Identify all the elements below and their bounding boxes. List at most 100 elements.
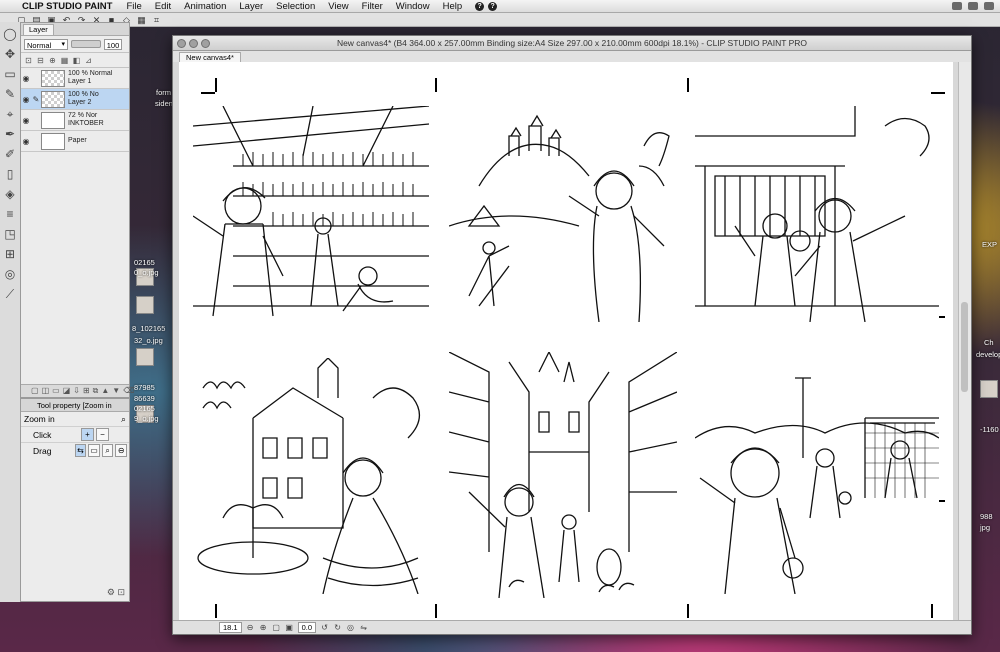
fit-all-icon[interactable]: ▣: [285, 623, 294, 632]
blend-mode-select[interactable]: Normal: [24, 38, 68, 50]
fill-tool-icon[interactable]: ◈: [2, 186, 18, 202]
desktop-file-icon[interactable]: [136, 296, 154, 314]
clip-icon[interactable]: ⊟: [36, 56, 45, 65]
drag-zoom-icon[interactable]: ⌕: [101, 444, 114, 457]
layer-down-icon[interactable]: ▼: [112, 387, 120, 395]
cloud-icon[interactable]: [968, 2, 978, 10]
ruler-icon[interactable]: ⊿: [84, 56, 93, 65]
layer-row-layer2[interactable]: ◉ ✎ 100 % No Layer 2: [21, 89, 129, 110]
new-raster-layer-icon[interactable]: ▢: [31, 387, 39, 395]
eye-icon[interactable]: ◉: [21, 74, 31, 83]
zoom-value[interactable]: 18.1: [219, 622, 242, 633]
zoom-out-icon[interactable]: ⊖: [246, 623, 255, 632]
lasso-tool-icon[interactable]: ✎: [2, 86, 18, 102]
copy-layer-icon[interactable]: ⧉: [93, 387, 99, 395]
new-folder-icon[interactable]: ▭: [52, 387, 60, 395]
line-tool-icon[interactable]: ⟋: [2, 286, 18, 302]
menu-window[interactable]: Window: [396, 1, 430, 12]
menu-edit[interactable]: Edit: [155, 1, 171, 12]
menu-view[interactable]: View: [328, 1, 348, 12]
figure-tool-icon[interactable]: ◳: [2, 226, 18, 242]
app-name[interactable]: CLIP STUDIO PAINT: [22, 1, 112, 12]
flip-icon[interactable]: ⇋: [359, 623, 368, 632]
zoom-tool-icon[interactable]: ◯: [2, 26, 18, 42]
opacity-slider[interactable]: [71, 40, 101, 48]
menu-layer[interactable]: Layer: [239, 1, 263, 12]
mask-layer-icon[interactable]: ◪: [63, 387, 71, 395]
eyedropper-tool-icon[interactable]: ⌖: [2, 106, 18, 122]
panel-school-kids-scene[interactable]: [695, 106, 939, 322]
eye-icon[interactable]: ◉: [21, 137, 31, 146]
wifi-icon[interactable]: [984, 2, 994, 10]
brush-tool-icon[interactable]: ✐: [2, 146, 18, 162]
panel-soccer-scene[interactable]: [695, 358, 939, 594]
merge-down-icon[interactable]: ⇩: [73, 387, 80, 395]
desktop-label: 0_o.jpg: [134, 268, 159, 277]
text-tool-icon[interactable]: ⊞: [2, 246, 18, 262]
tab-layer[interactable]: Layer: [23, 23, 54, 35]
eraser-tool-icon[interactable]: ▯: [2, 166, 18, 182]
help-button-2[interactable]: ?: [488, 1, 498, 11]
layer-row-inktober[interactable]: ◉ 72 % Nor INKTOBER: [21, 110, 129, 131]
balloon-tool-icon[interactable]: ◎: [2, 266, 18, 282]
mask-icon[interactable]: ◧: [72, 56, 81, 65]
panel-mansion-garden-scene[interactable]: [193, 358, 429, 594]
drag-scroll-icon[interactable]: ⇆: [74, 444, 87, 457]
menu-help[interactable]: Help: [443, 1, 463, 12]
desktop-file-icon[interactable]: [136, 348, 154, 366]
rotate-right-icon[interactable]: ↻: [333, 623, 342, 632]
menu-animation[interactable]: Animation: [184, 1, 226, 12]
angle-value[interactable]: 0.0: [297, 622, 317, 633]
help-button-1[interactable]: ?: [475, 1, 485, 11]
canvas-title-bar[interactable]: New canvas4* (B4 364.00 x 257.00mm Bindi…: [173, 36, 971, 51]
reset-rotation-icon[interactable]: ◎: [346, 623, 355, 632]
fit-icon[interactable]: ▢: [272, 623, 281, 632]
desktop-file-icon[interactable]: [980, 380, 998, 398]
canvas-window: New canvas4* (B4 364.00 x 257.00mm Bindi…: [172, 35, 972, 635]
eye-icon[interactable]: ◉: [21, 116, 31, 125]
tool-property-header[interactable]: Tool property [Zoom in: [21, 399, 129, 412]
move-tool-icon[interactable]: ✥: [2, 46, 18, 62]
layer-options-row: ⊡ ⊟ ⊕ ▦ ◧ ⊿: [21, 53, 129, 68]
menu-selection[interactable]: Selection: [276, 1, 315, 12]
zoom-out-icon[interactable]: −: [96, 428, 109, 441]
draft-icon[interactable]: ▦: [60, 56, 69, 65]
drag-zoom-out-icon[interactable]: ⊖: [115, 444, 127, 457]
scrollbar-thumb[interactable]: [961, 302, 968, 392]
select-tool-icon[interactable]: ▭: [2, 66, 18, 82]
reset-icon[interactable]: ⊡: [117, 587, 125, 597]
canvas-paper[interactable]: [179, 62, 953, 622]
layer-up-icon[interactable]: ▲: [101, 387, 109, 395]
deselect-icon[interactable]: ▦: [136, 15, 147, 25]
lock-icon[interactable]: ⊡: [24, 56, 33, 65]
menu-file[interactable]: File: [126, 1, 141, 12]
snap-icon[interactable]: ⌗: [151, 15, 162, 25]
panel-medieval-street-scene[interactable]: [449, 352, 677, 598]
new-vector-layer-icon[interactable]: ◫: [42, 387, 50, 395]
combine-icon[interactable]: ⊞: [83, 387, 90, 395]
canvas-viewport[interactable]: [173, 62, 959, 622]
panel-apothecary-scene[interactable]: [193, 106, 429, 322]
click-label: Click: [33, 429, 52, 440]
layer-row-paper[interactable]: ◉ Paper: [21, 131, 129, 152]
layer-panel-footer: ▢ ◫ ▭ ◪ ⇩ ⊞ ⧉ ▲ ▼ ⌫: [21, 384, 135, 397]
wrench-icon[interactable]: ⚙: [107, 587, 115, 597]
trash-icon[interactable]: ⌫: [123, 387, 134, 395]
vertical-scrollbar[interactable]: [958, 62, 971, 622]
layer-row-layer1[interactable]: ◉ 100 % Normal Layer 1: [21, 68, 129, 89]
tab-new-canvas4[interactable]: New canvas4*: [179, 52, 241, 62]
opacity-value[interactable]: 100: [104, 38, 122, 50]
panel-castle-farm-scene[interactable]: [449, 106, 677, 322]
pen-tool-icon[interactable]: ✒: [2, 126, 18, 142]
dropbox-icon[interactable]: [952, 2, 962, 10]
reference-icon[interactable]: ⊕: [48, 56, 57, 65]
zoom-in-icon[interactable]: +: [81, 428, 94, 441]
menu-filter[interactable]: Filter: [362, 1, 383, 12]
layer-panel-tabs: Layer: [21, 23, 129, 36]
eye-icon[interactable]: ◉: [21, 95, 31, 104]
magnifier-icon[interactable]: ⌕: [121, 412, 126, 426]
zoom-in-icon[interactable]: ⊕: [259, 623, 268, 632]
rotate-left-icon[interactable]: ↺: [320, 623, 329, 632]
gradient-tool-icon[interactable]: ≡: [2, 206, 18, 222]
drag-rect-icon[interactable]: ▭: [88, 444, 100, 457]
